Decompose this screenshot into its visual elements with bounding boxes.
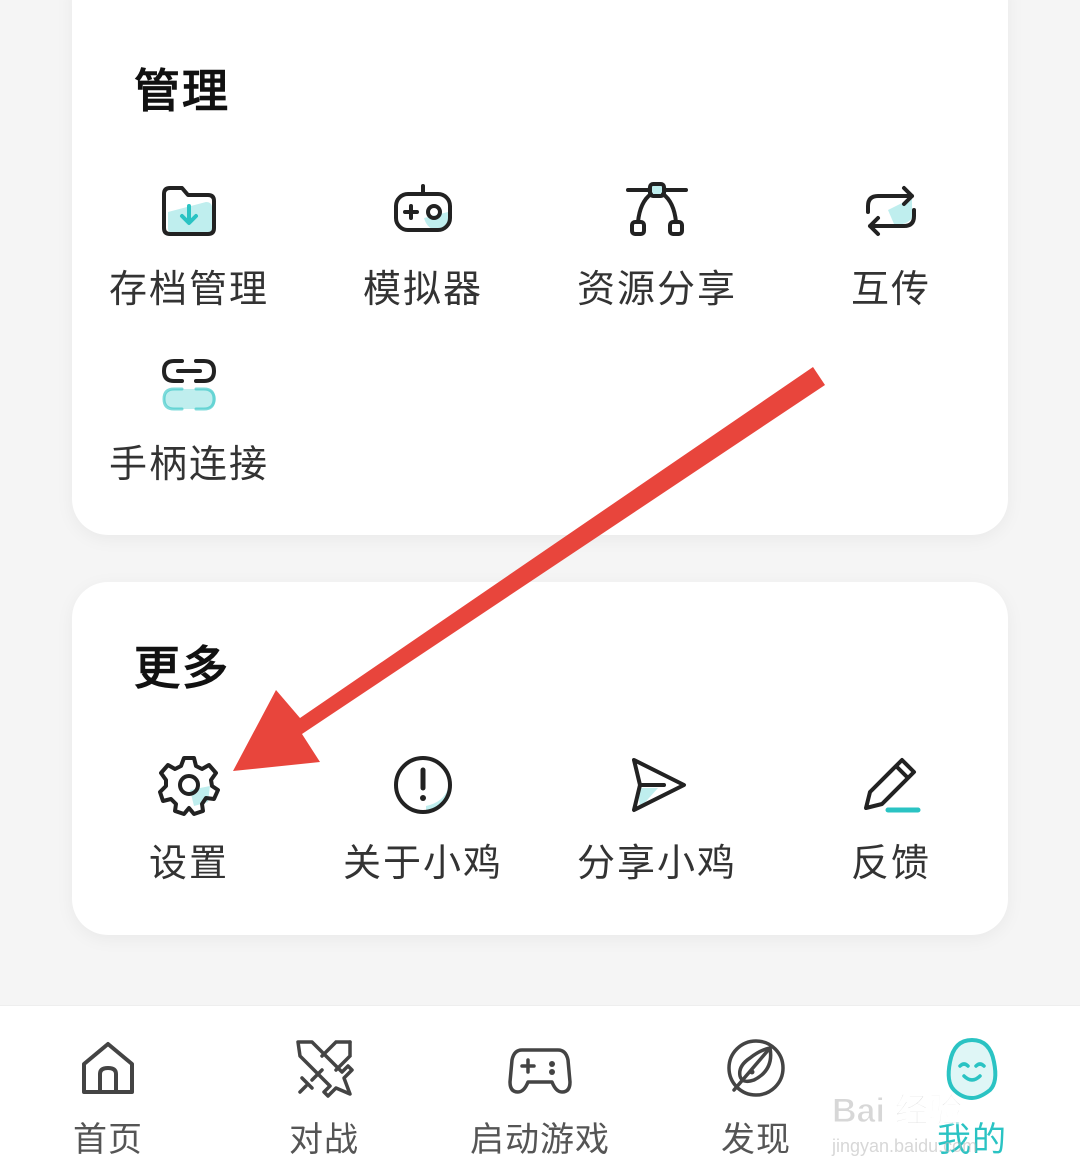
- manage-card: 管理 存档管理 模拟器 资源分享 互传 手柄连接: [72, 0, 1008, 535]
- grid-item-about[interactable]: 关于小鸡: [306, 752, 540, 902]
- controller-icon: [508, 1048, 572, 1094]
- pencil-icon: [864, 758, 921, 813]
- gear-icon: [158, 756, 220, 816]
- nav-label-home: 首页: [73, 1120, 143, 1160]
- home-icon: [82, 1042, 134, 1094]
- label-emulator: 模拟器: [362, 267, 483, 311]
- grid-item-resource-share[interactable]: 资源分享: [540, 178, 774, 328]
- nav-item-launch-game[interactable]: 启动游戏: [432, 1006, 648, 1176]
- watermark-text: Bai 经验: [832, 1091, 962, 1130]
- link-icon: [161, 359, 217, 411]
- send-icon: [632, 758, 686, 812]
- label-share-app: 分享小鸡: [576, 841, 737, 885]
- label-controller-connect: 手柄连接: [108, 442, 269, 486]
- grid-item-settings[interactable]: 设置: [72, 752, 306, 902]
- label-resource-share: 资源分享: [576, 267, 737, 311]
- label-transfer: 互传: [850, 267, 931, 311]
- grid-item-emulator[interactable]: 模拟器: [306, 178, 540, 328]
- more-card: 更多 设置 关于小鸡 分享小鸡 反馈: [72, 582, 1008, 935]
- grid-item-share-app[interactable]: 分享小鸡: [540, 752, 774, 902]
- label-feedback: 反馈: [850, 841, 931, 885]
- vector-path-icon: [626, 182, 688, 236]
- nav-item-home[interactable]: 首页: [0, 1006, 216, 1176]
- folder-download-icon: [162, 186, 216, 236]
- info-icon: [394, 756, 452, 814]
- compass-leaf-icon: [727, 1039, 785, 1097]
- section-title-manage: 管理: [134, 64, 230, 118]
- crossed-swords-icon: [296, 1040, 354, 1098]
- nav-label-launch-game: 启动游戏: [470, 1120, 610, 1160]
- label-settings: 设置: [148, 841, 229, 885]
- grid-item-controller-connect[interactable]: 手柄连接: [72, 353, 306, 503]
- nav-label-battle: 对战: [289, 1120, 359, 1160]
- watermark-logo: Bai 经验 jingyan.baidu.com: [831, 1091, 977, 1157]
- sync-icon: [866, 186, 916, 236]
- section-title-more: 更多: [134, 641, 230, 695]
- gamepad-icon: [394, 184, 452, 232]
- grid-item-save-manage[interactable]: 存档管理: [72, 178, 306, 328]
- grid-item-feedback[interactable]: 反馈: [774, 752, 1008, 902]
- nav-item-battle[interactable]: 对战: [216, 1006, 432, 1176]
- label-about: 关于小鸡: [342, 841, 503, 885]
- label-save-manage: 存档管理: [108, 267, 269, 311]
- grid-item-transfer[interactable]: 互传: [774, 178, 1008, 328]
- watermark-subtext: jingyan.baidu.com: [831, 1136, 977, 1156]
